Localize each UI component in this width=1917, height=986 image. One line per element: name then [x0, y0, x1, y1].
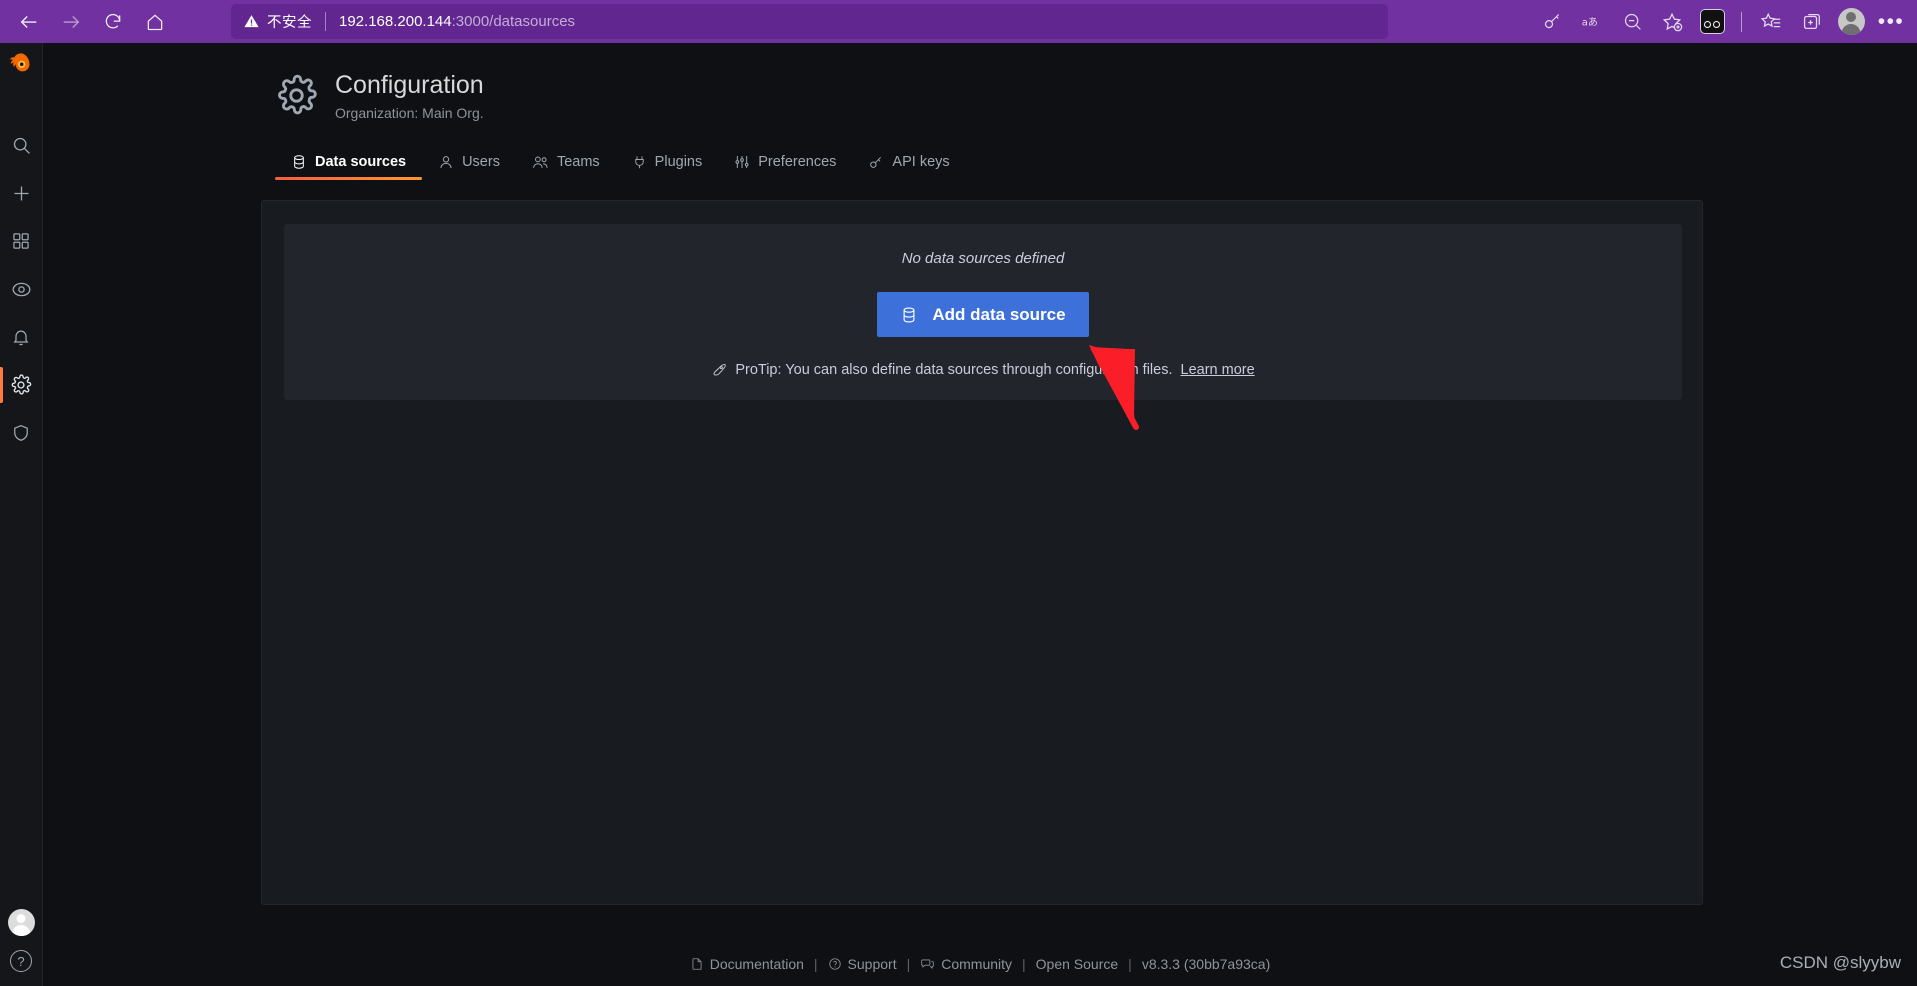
sidebar-item-explore[interactable] — [0, 265, 43, 313]
address-divider — [325, 12, 326, 31]
tab-label: API keys — [892, 153, 950, 170]
footer-version: v8.3.3 (30bb7a93ca) — [1141, 956, 1271, 972]
datasources-panel: No data sources defined Add data source … — [261, 200, 1703, 905]
protip-text: ProTip: You can also define data sources… — [735, 362, 1173, 378]
sidebar-bottom: ? — [7, 909, 35, 972]
tab-api-keys[interactable]: API keys — [852, 154, 965, 180]
tab-users[interactable]: Users — [422, 154, 516, 180]
browser-nav-buttons — [0, 5, 174, 39]
back-button[interactable] — [10, 5, 48, 39]
address-bar[interactable]: 不安全 192.168.200.144:3000/datasources — [231, 4, 1388, 39]
page-header: Configuration Organization: Main Org. — [43, 43, 1917, 121]
tab-bar: Data sources Users Teams Plugins Prefere… — [275, 143, 1917, 180]
empty-state-title: No data sources defined — [901, 250, 1065, 267]
rocket-icon — [713, 364, 727, 376]
sidebar-item-dashboards[interactable] — [0, 217, 43, 265]
help-icon[interactable]: ? — [10, 950, 32, 972]
more-options-icon[interactable]: ••• — [1873, 5, 1909, 39]
page-content: Configuration Organization: Main Org. Da… — [43, 43, 1917, 986]
document-icon — [692, 958, 702, 970]
sidebar: ? — [0, 43, 43, 986]
tab-teams[interactable]: Teams — [516, 154, 616, 180]
footer-link-support[interactable]: Support — [828, 956, 897, 972]
profile-avatar[interactable] — [1833, 5, 1869, 39]
url-path: :3000/datasources — [451, 13, 576, 30]
footer-link-label: Support — [847, 956, 897, 972]
grafana-app: ? Configuration Organization: Main Org. … — [0, 43, 1917, 986]
footer-separator: | — [906, 956, 911, 972]
user-avatar[interactable] — [7, 909, 35, 936]
tab-label: Teams — [556, 153, 600, 170]
gear-icon — [275, 74, 318, 117]
url-text: 192.168.200.144:3000/datasources — [339, 13, 575, 30]
tab-label: Plugins — [654, 153, 703, 170]
footer-link-label: Documentation — [709, 956, 804, 972]
tab-label: Preferences — [758, 153, 837, 170]
security-status-label: 不安全 — [267, 15, 312, 31]
tab-label: Users — [462, 153, 500, 170]
extension-dot-left — [1703, 20, 1711, 28]
tab-plugins[interactable]: Plugins — [616, 154, 719, 180]
footer-link-label: Open Source — [1035, 956, 1119, 972]
translate-icon[interactable]: aあ — [1574, 5, 1610, 39]
sidebar-item-search[interactable] — [0, 121, 43, 169]
footer: Documentation | Support | Community | Op… — [43, 956, 1917, 972]
sidebar-item-alerting[interactable] — [0, 313, 43, 361]
footer-link-label: Community — [941, 956, 1013, 972]
favorites-list-icon[interactable] — [1753, 5, 1789, 39]
sidebar-item-create[interactable] — [0, 169, 43, 217]
tab-data-sources[interactable]: Data sources — [275, 153, 423, 180]
browser-toolbar-actions: aあ ••• — [1532, 0, 1911, 43]
add-data-source-label: Add data source — [932, 304, 1066, 324]
protip-learn-more-link[interactable]: Learn more — [1181, 362, 1255, 378]
zoom-out-icon[interactable] — [1614, 5, 1650, 39]
page-subtitle: Organization: Main Org. — [335, 104, 484, 121]
sidebar-item-configuration[interactable] — [0, 361, 43, 409]
page-title: Configuration — [335, 71, 484, 99]
extension-dot-right — [1713, 20, 1721, 28]
svg-text:aあ: aあ — [1581, 16, 1597, 28]
question-circle-icon — [828, 958, 841, 970]
refresh-button[interactable] — [94, 5, 132, 39]
grafana-logo-icon[interactable] — [7, 51, 35, 79]
empty-state-card: No data sources defined Add data source … — [284, 224, 1682, 400]
browser-toolbar: 不安全 192.168.200.144:3000/datasources aあ — [0, 0, 1917, 43]
extension-icon[interactable] — [1694, 5, 1730, 39]
footer-link-documentation[interactable]: Documentation — [690, 956, 804, 972]
comments-icon — [921, 959, 934, 969]
add-data-source-button[interactable]: Add data source — [877, 292, 1089, 337]
not-secure-warning-icon — [244, 15, 259, 28]
add-favorite-icon[interactable] — [1654, 5, 1690, 39]
sidebar-items — [0, 121, 43, 457]
page-title-group: Configuration Organization: Main Org. — [335, 71, 484, 121]
collections-icon[interactable] — [1793, 5, 1829, 39]
tab-label: Data sources — [315, 153, 407, 170]
home-button[interactable] — [136, 5, 174, 39]
toolbar-divider — [1741, 11, 1742, 32]
footer-separator: | — [813, 956, 818, 972]
database-icon — [903, 306, 915, 323]
protip-row: ProTip: You can also define data sources… — [711, 362, 1255, 378]
url-host: 192.168.200.144 — [339, 13, 452, 30]
sidebar-item-server-admin[interactable] — [0, 409, 43, 457]
tab-preferences[interactable]: Preferences — [718, 154, 852, 180]
footer-link-open-source[interactable]: Open Source — [1036, 956, 1119, 972]
footer-link-community[interactable]: Community — [920, 956, 1012, 972]
footer-separator: | — [1022, 956, 1026, 972]
watermark: CSDN @slyybw — [1779, 953, 1901, 972]
forward-button[interactable] — [52, 5, 90, 39]
footer-separator: | — [1128, 956, 1132, 972]
key-icon[interactable] — [1534, 5, 1570, 39]
